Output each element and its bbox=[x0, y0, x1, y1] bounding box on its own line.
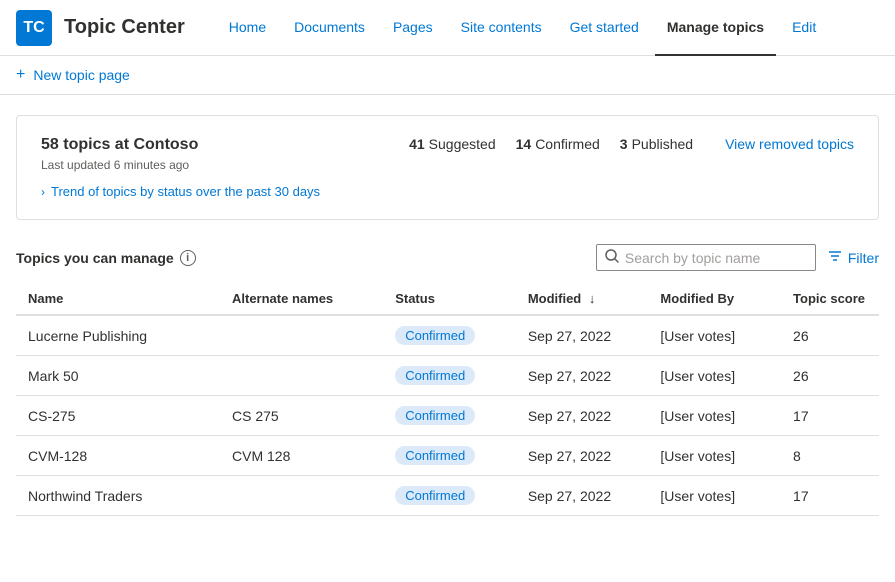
cell-modified: Sep 27, 2022 bbox=[516, 476, 649, 516]
cell-alt-names bbox=[220, 356, 383, 396]
cell-status: Confirmed bbox=[383, 356, 516, 396]
col-header-status: Status bbox=[383, 283, 516, 315]
nav-manage-topics[interactable]: Manage topics bbox=[655, 0, 776, 56]
cell-alt-names: CS 275 bbox=[220, 396, 383, 436]
new-topic-bar: + New topic page bbox=[0, 56, 895, 95]
cell-score: 17 bbox=[781, 396, 879, 436]
nav-home[interactable]: Home bbox=[217, 0, 278, 56]
cell-score: 26 bbox=[781, 356, 879, 396]
status-badge: Confirmed bbox=[395, 366, 475, 385]
confirmed-number: 14 bbox=[516, 136, 532, 152]
col-header-name: Name bbox=[16, 283, 220, 315]
stats-right: 41 Suggested 14 Confirmed 3 Published Vi… bbox=[409, 136, 854, 152]
table-row[interactable]: Northwind Traders Confirmed Sep 27, 2022… bbox=[16, 476, 879, 516]
status-badge: Confirmed bbox=[395, 326, 475, 345]
cell-alt-names: CVM 128 bbox=[220, 436, 383, 476]
new-topic-button[interactable]: New topic page bbox=[33, 67, 130, 83]
site-title: Topic Center bbox=[64, 16, 185, 39]
topics-section: Topics you can manage i Search by topic … bbox=[0, 240, 895, 516]
view-removed-link[interactable]: View removed topics bbox=[725, 136, 854, 152]
cell-modified: Sep 27, 2022 bbox=[516, 396, 649, 436]
cell-modified-by: [User votes] bbox=[648, 476, 781, 516]
trend-label: Trend of topics by status over the past … bbox=[51, 184, 320, 199]
status-badge: Confirmed bbox=[395, 486, 475, 505]
cell-name: CS-275 bbox=[16, 396, 220, 436]
table-row[interactable]: CVM-128 CVM 128 Confirmed Sep 27, 2022 [… bbox=[16, 436, 879, 476]
table-row[interactable]: Mark 50 Confirmed Sep 27, 2022 [User vot… bbox=[16, 356, 879, 396]
search-icon bbox=[605, 249, 619, 266]
cell-score: 26 bbox=[781, 315, 879, 356]
site-header: TC Topic Center Home Documents Pages Sit… bbox=[0, 0, 895, 56]
topics-controls: Search by topic name Filter bbox=[596, 244, 879, 271]
cell-name: Lucerne Publishing bbox=[16, 315, 220, 356]
site-logo: TC bbox=[16, 10, 52, 46]
cell-modified: Sep 27, 2022 bbox=[516, 315, 649, 356]
trend-toggle[interactable]: › Trend of topics by status over the pas… bbox=[41, 184, 320, 199]
cell-modified-by: [User votes] bbox=[648, 356, 781, 396]
topics-header: Topics you can manage i Search by topic … bbox=[16, 240, 879, 271]
col-header-alt-names: Alternate names bbox=[220, 283, 383, 315]
status-badge: Confirmed bbox=[395, 406, 475, 425]
cell-score: 17 bbox=[781, 476, 879, 516]
table-row[interactable]: Lucerne Publishing Confirmed Sep 27, 202… bbox=[16, 315, 879, 356]
stats-title: 58 topics at Contoso bbox=[41, 136, 320, 154]
published-number: 3 bbox=[620, 136, 628, 152]
suggested-count: 41 Suggested bbox=[409, 136, 496, 152]
info-icon[interactable]: i bbox=[180, 250, 196, 266]
confirmed-count: 14 Confirmed bbox=[516, 136, 600, 152]
topics-section-title: Topics you can manage bbox=[16, 250, 174, 266]
cell-name: CVM-128 bbox=[16, 436, 220, 476]
stats-counts: 41 Suggested 14 Confirmed 3 Published bbox=[409, 136, 693, 152]
nav-get-started[interactable]: Get started bbox=[558, 0, 651, 56]
cell-modified: Sep 27, 2022 bbox=[516, 356, 649, 396]
cell-name: Mark 50 bbox=[16, 356, 220, 396]
published-count: 3 Published bbox=[620, 136, 693, 152]
stats-updated: Last updated 6 minutes ago bbox=[41, 158, 320, 172]
cell-modified-by: [User votes] bbox=[648, 315, 781, 356]
cell-status: Confirmed bbox=[383, 315, 516, 356]
cell-status: Confirmed bbox=[383, 436, 516, 476]
chevron-right-icon: › bbox=[41, 185, 45, 199]
col-header-modified[interactable]: Modified ↓ bbox=[516, 283, 649, 315]
cell-score: 8 bbox=[781, 436, 879, 476]
cell-modified-by: [User votes] bbox=[648, 396, 781, 436]
published-label: Published bbox=[632, 136, 694, 152]
sort-icon: ↓ bbox=[589, 291, 596, 306]
plus-icon: + bbox=[16, 66, 25, 84]
filter-label: Filter bbox=[848, 250, 879, 266]
nav-pages[interactable]: Pages bbox=[381, 0, 445, 56]
cell-modified-by: [User votes] bbox=[648, 436, 781, 476]
nav-documents[interactable]: Documents bbox=[282, 0, 377, 56]
main-nav: Home Documents Pages Site contents Get s… bbox=[217, 0, 828, 56]
status-badge: Confirmed bbox=[395, 446, 475, 465]
suggested-label: Suggested bbox=[429, 136, 496, 152]
filter-button[interactable]: Filter bbox=[828, 249, 879, 266]
topics-table: Name Alternate names Status Modified ↓ M… bbox=[16, 283, 879, 516]
col-header-modified-by: Modified By bbox=[648, 283, 781, 315]
cell-status: Confirmed bbox=[383, 396, 516, 436]
col-header-score: Topic score bbox=[781, 283, 879, 315]
cell-modified: Sep 27, 2022 bbox=[516, 436, 649, 476]
topics-title-area: Topics you can manage i bbox=[16, 250, 196, 266]
stats-left: 58 topics at Contoso Last updated 6 minu… bbox=[41, 136, 320, 199]
cell-name: Northwind Traders bbox=[16, 476, 220, 516]
stats-card: 58 topics at Contoso Last updated 6 minu… bbox=[16, 115, 879, 220]
search-box[interactable]: Search by topic name bbox=[596, 244, 816, 271]
cell-status: Confirmed bbox=[383, 476, 516, 516]
filter-icon bbox=[828, 249, 842, 266]
cell-alt-names bbox=[220, 476, 383, 516]
table-row[interactable]: CS-275 CS 275 Confirmed Sep 27, 2022 [Us… bbox=[16, 396, 879, 436]
search-placeholder-text: Search by topic name bbox=[625, 250, 760, 266]
nav-site-contents[interactable]: Site contents bbox=[449, 0, 554, 56]
suggested-number: 41 bbox=[409, 136, 425, 152]
cell-alt-names bbox=[220, 315, 383, 356]
nav-edit[interactable]: Edit bbox=[780, 0, 828, 56]
confirmed-label: Confirmed bbox=[535, 136, 600, 152]
